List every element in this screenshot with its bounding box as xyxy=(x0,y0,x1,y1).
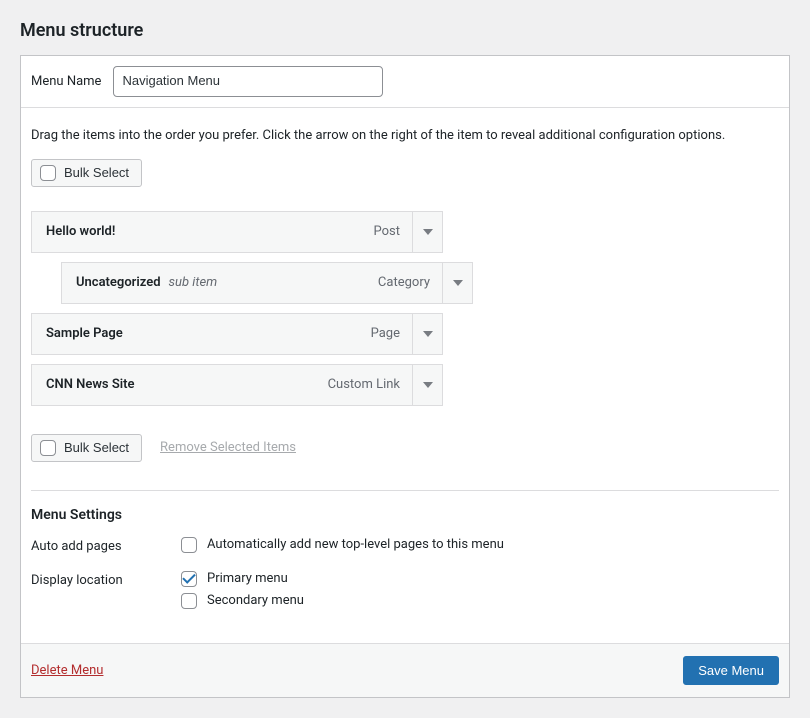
bulk-checkbox-top[interactable] xyxy=(40,165,56,181)
menu-item-title: Hello world! xyxy=(46,224,115,239)
bulk-checkbox-bottom[interactable] xyxy=(40,440,56,456)
display-location-row: Display location Primary menu Secondary … xyxy=(31,571,779,615)
menu-item-type: Post xyxy=(374,224,401,239)
chevron-down-icon xyxy=(423,229,433,235)
separator xyxy=(31,490,779,491)
page-title: Menu structure xyxy=(20,20,790,41)
display-location-option[interactable]: Primary menu xyxy=(181,571,779,587)
remove-selected-link: Remove Selected Items xyxy=(160,440,296,455)
menu-item[interactable]: Sample Page Page xyxy=(31,313,443,355)
auto-add-label: Auto add pages xyxy=(31,537,181,554)
secondary-menu-label: Secondary menu xyxy=(207,593,304,608)
delete-menu-link[interactable]: Delete Menu xyxy=(31,663,103,678)
save-menu-button[interactable]: Save Menu xyxy=(683,656,779,685)
auto-add-row: Auto add pages Automatically add new top… xyxy=(31,537,779,559)
chevron-down-icon xyxy=(423,331,433,337)
chevron-down-icon xyxy=(423,382,433,388)
expand-toggle[interactable] xyxy=(412,364,442,406)
expand-toggle[interactable] xyxy=(442,262,472,304)
expand-toggle[interactable] xyxy=(412,211,442,253)
display-location-label: Display location xyxy=(31,571,181,588)
bulk-select-top[interactable]: Bulk Select xyxy=(31,159,142,187)
menu-item-title: Sample Page xyxy=(46,326,123,341)
menu-settings-title: Menu Settings xyxy=(31,507,779,523)
menu-name-input[interactable] xyxy=(113,66,383,97)
menu-item-subtag: sub item xyxy=(169,275,218,290)
bulk-select-label-bottom: Bulk Select xyxy=(64,440,129,455)
expand-toggle[interactable] xyxy=(412,313,442,355)
bulk-select-label-top: Bulk Select xyxy=(64,165,129,180)
auto-add-option[interactable]: Automatically add new top-level pages to… xyxy=(181,537,779,553)
menu-item-title: Uncategorized xyxy=(76,275,161,290)
auto-add-checkbox[interactable] xyxy=(181,537,197,553)
chevron-down-icon xyxy=(453,280,463,286)
bulk-select-bottom[interactable]: Bulk Select xyxy=(31,434,142,462)
help-text: Drag the items into the order you prefer… xyxy=(31,128,779,143)
menu-items: Hello world! Post Uncategorized sub item… xyxy=(31,211,779,406)
primary-menu-label: Primary menu xyxy=(207,571,288,586)
menu-item[interactable]: CNN News Site Custom Link xyxy=(31,364,443,406)
panel-body: Drag the items into the order you prefer… xyxy=(21,108,789,643)
menu-item-type: Page xyxy=(371,326,400,341)
menu-item-type: Category xyxy=(378,275,430,290)
menu-name-label: Menu Name xyxy=(31,74,101,89)
primary-menu-checkbox[interactable] xyxy=(181,571,197,587)
menu-item[interactable]: Uncategorized sub item Category xyxy=(61,262,473,304)
menu-name-row: Menu Name xyxy=(21,56,789,108)
menu-item-title: CNN News Site xyxy=(46,377,135,392)
auto-add-option-label: Automatically add new top-level pages to… xyxy=(207,537,504,552)
panel-footer: Delete Menu Save Menu xyxy=(21,643,789,697)
secondary-menu-checkbox[interactable] xyxy=(181,593,197,609)
menu-item[interactable]: Hello world! Post xyxy=(31,211,443,253)
menu-item-type: Custom Link xyxy=(328,377,400,392)
bulk-row-bottom: Bulk Select Remove Selected Items xyxy=(31,434,779,462)
display-location-option[interactable]: Secondary menu xyxy=(181,593,779,609)
menu-panel: Menu Name Drag the items into the order … xyxy=(20,55,790,698)
